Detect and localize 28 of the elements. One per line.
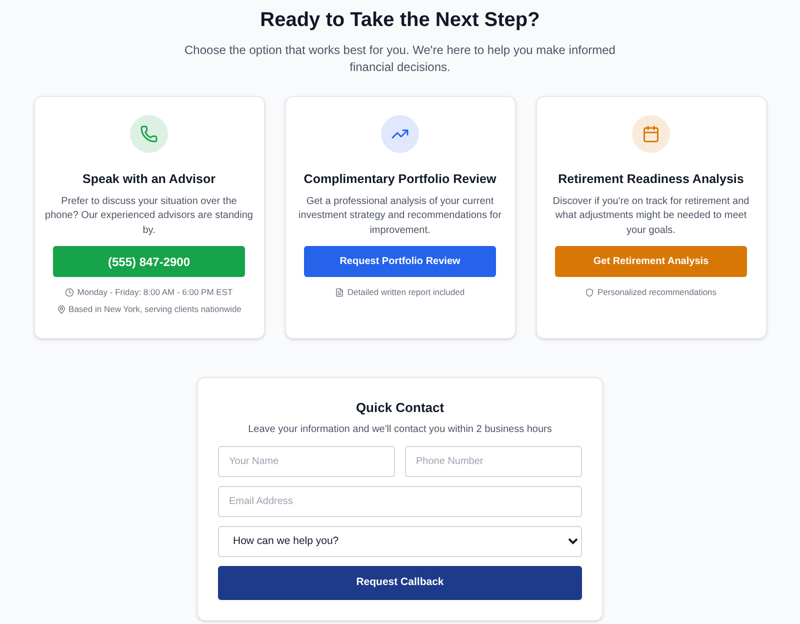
card-description: Get a professional analysis of your current investment strategy and recommendations for improvement. bbox=[298, 194, 502, 238]
card-description: Prefer to discuss your situation over the phone? Our experienced advisors are standing by. bbox=[44, 194, 254, 238]
card-title: Retirement Readiness Analysis bbox=[558, 171, 744, 188]
document-icon bbox=[335, 288, 344, 298]
note-text: Detailed written report included bbox=[347, 286, 465, 299]
card-description: Discover if you're on track for retirement and what adjustments might be needed to meet your goals. bbox=[552, 194, 750, 238]
page-subtitle: Choose the option that works best for you. We're here to help you make informed financial decisions. bbox=[184, 42, 616, 76]
shield-icon bbox=[585, 288, 594, 298]
page-title: Ready to Take the Next Step? bbox=[260, 8, 540, 33]
name-field[interactable]: Your Name bbox=[218, 446, 395, 476]
phone-field[interactable]: Phone Number bbox=[405, 446, 582, 476]
phone-icon bbox=[140, 125, 158, 143]
request-callback-button[interactable]: Request Callback bbox=[218, 566, 582, 600]
card-title: Speak with an Advisor bbox=[82, 171, 216, 188]
note-text: Monday - Friday: 8:00 AM - 6:00 PM EST bbox=[77, 286, 233, 299]
form-subtitle: Leave your information and we'll contact you within 2 business hours bbox=[248, 422, 552, 436]
form-title: Quick Contact bbox=[356, 399, 444, 417]
clock-icon bbox=[65, 288, 74, 298]
card-button[interactable]: (555) 847-2900 bbox=[53, 246, 245, 278]
card-button[interactable]: Get Retirement Analysis bbox=[555, 246, 747, 278]
email-field[interactable]: Email Address bbox=[218, 486, 582, 516]
calendar-icon bbox=[642, 125, 660, 143]
note-text: Personalized recommendations bbox=[597, 286, 717, 299]
card-title: Complimentary Portfolio Review bbox=[304, 171, 496, 188]
note-text: Based in New York, serving clients nationwide bbox=[68, 303, 242, 316]
map-pin-icon bbox=[56, 304, 66, 314]
card-button[interactable]: Request Portfolio Review bbox=[304, 246, 496, 278]
topic-select[interactable]: How can we help you? bbox=[218, 526, 582, 556]
